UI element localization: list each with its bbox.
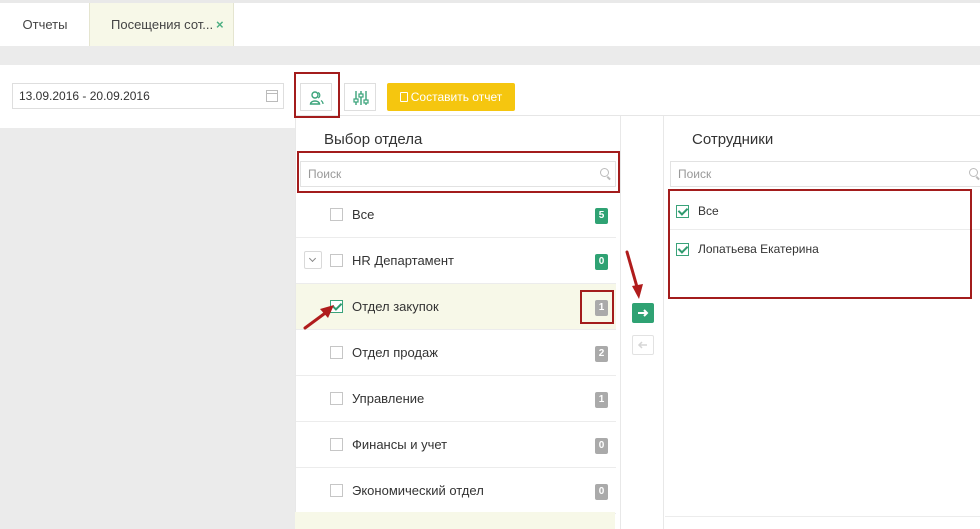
- arrow-annotation-icon: [625, 250, 643, 299]
- annotation-arrows: [303, 250, 643, 330]
- arrow-annotation-icon: [303, 305, 334, 330]
